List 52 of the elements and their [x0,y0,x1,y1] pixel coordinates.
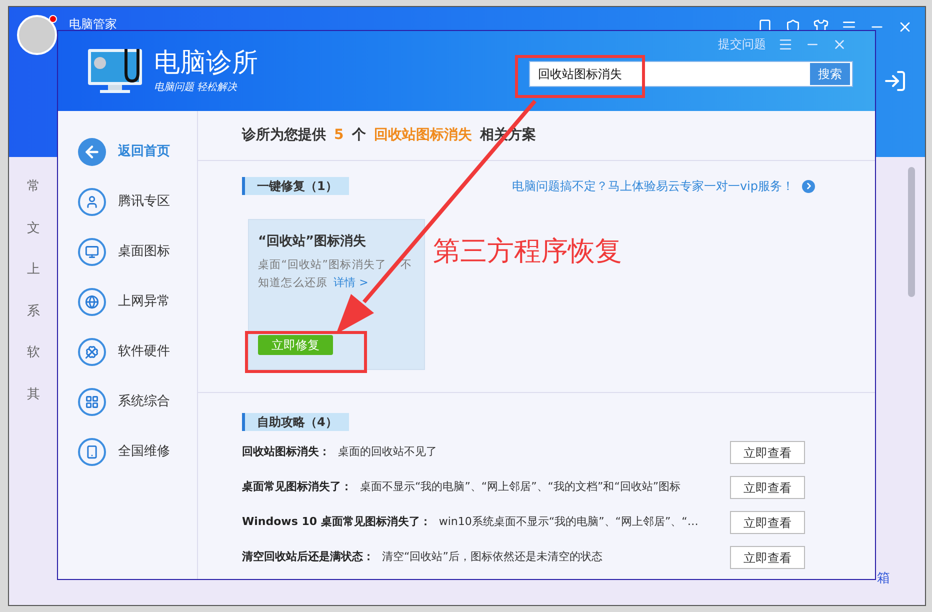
sidebar-item[interactable]: 全国维修 [118,442,170,462]
dialog-title: 电脑诊所 [154,47,258,80]
summary-text: 个 [352,126,366,145]
avatar[interactable] [17,15,57,55]
search-button[interactable]: 搜索 [810,63,850,85]
search-field[interactable]: 回收站图标消失 搜索 [529,61,853,87]
card-description: 桌面“回收站”图标消失了 不知道怎么还原 详情 > [258,256,414,290]
annotation-text: 第三方程序恢复 [433,235,622,269]
sidebar-item[interactable]: 软件硬件 [118,342,170,362]
view-now-button[interactable]: 立即查看 [730,546,805,569]
sidebar-item[interactable]: 上网异常 [118,292,170,312]
guide-title: Windows 10 桌面常见图标消失了： [242,514,431,530]
windows-icon [78,388,106,416]
view-now-button[interactable]: 立即查看 [730,441,805,464]
clover-icon [78,338,106,366]
guide-title: 桌面常见图标消失了： [242,479,352,496]
menu-label[interactable]: 系 [27,302,40,321]
browser-icon [78,288,106,316]
guide-title: 清空回收站后还是满状态： [242,549,374,566]
person-icon [78,188,106,216]
sidebar-item[interactable]: 返回首页 [118,142,170,162]
view-now-button[interactable]: 立即查看 [730,511,805,534]
app-title: 电脑管家 [69,17,117,31]
menu-label[interactable]: 软 [27,343,40,362]
sidebar-item[interactable]: 系统综合 [118,392,170,412]
menu-label[interactable]: 常 [27,177,40,196]
result-count: 5 [334,126,344,145]
menu-label[interactable]: 其 [27,384,40,404]
exit-icon[interactable] [883,69,907,93]
menu-label[interactable]: 文 [27,218,40,238]
guide-description: 桌面不显示“我的电脑”、“网上邻居”、“我的文档”和“回收站”图标 [360,479,681,496]
scrollbar[interactable] [908,167,915,297]
guide-description: 桌面的回收站不见了 [338,444,437,460]
device-icon [78,438,106,466]
monitor-icon [78,238,106,266]
summary-text: 诊所为您提供 [242,126,326,145]
link-text[interactable]: 箱 [877,569,890,588]
guide-title: 回收站图标消失： [242,444,330,460]
sidebar-item[interactable]: 桌面图标 [118,242,170,262]
sidebar-item[interactable]: 腾讯专区 [118,192,170,212]
view-now-button[interactable]: 立即查看 [730,476,805,499]
section-heading: 自助攻略（4） [242,413,350,431]
fix-now-button[interactable]: 立即修复 [258,335,333,355]
card-title: “回收站”图标消失 [258,233,368,251]
menu-label[interactable]: 上 [27,260,40,280]
search-keyword: 回收站图标消失 [374,126,472,145]
guide-description: 清空“回收站”后，图标依然还是未清空的状态 [382,549,602,566]
details-link[interactable]: 详情 > [334,276,368,288]
section-heading: 一键修复（1） [242,177,350,195]
promo-link[interactable]: 电脑问题搞不定？马上体验易云专家一对一vip服务！ [512,177,794,195]
guide-description: win10系统桌面不显示“我的电脑”、“网上邻居”、“… [438,514,698,530]
slogan: 电脑问题 轻松解决 [154,80,238,95]
